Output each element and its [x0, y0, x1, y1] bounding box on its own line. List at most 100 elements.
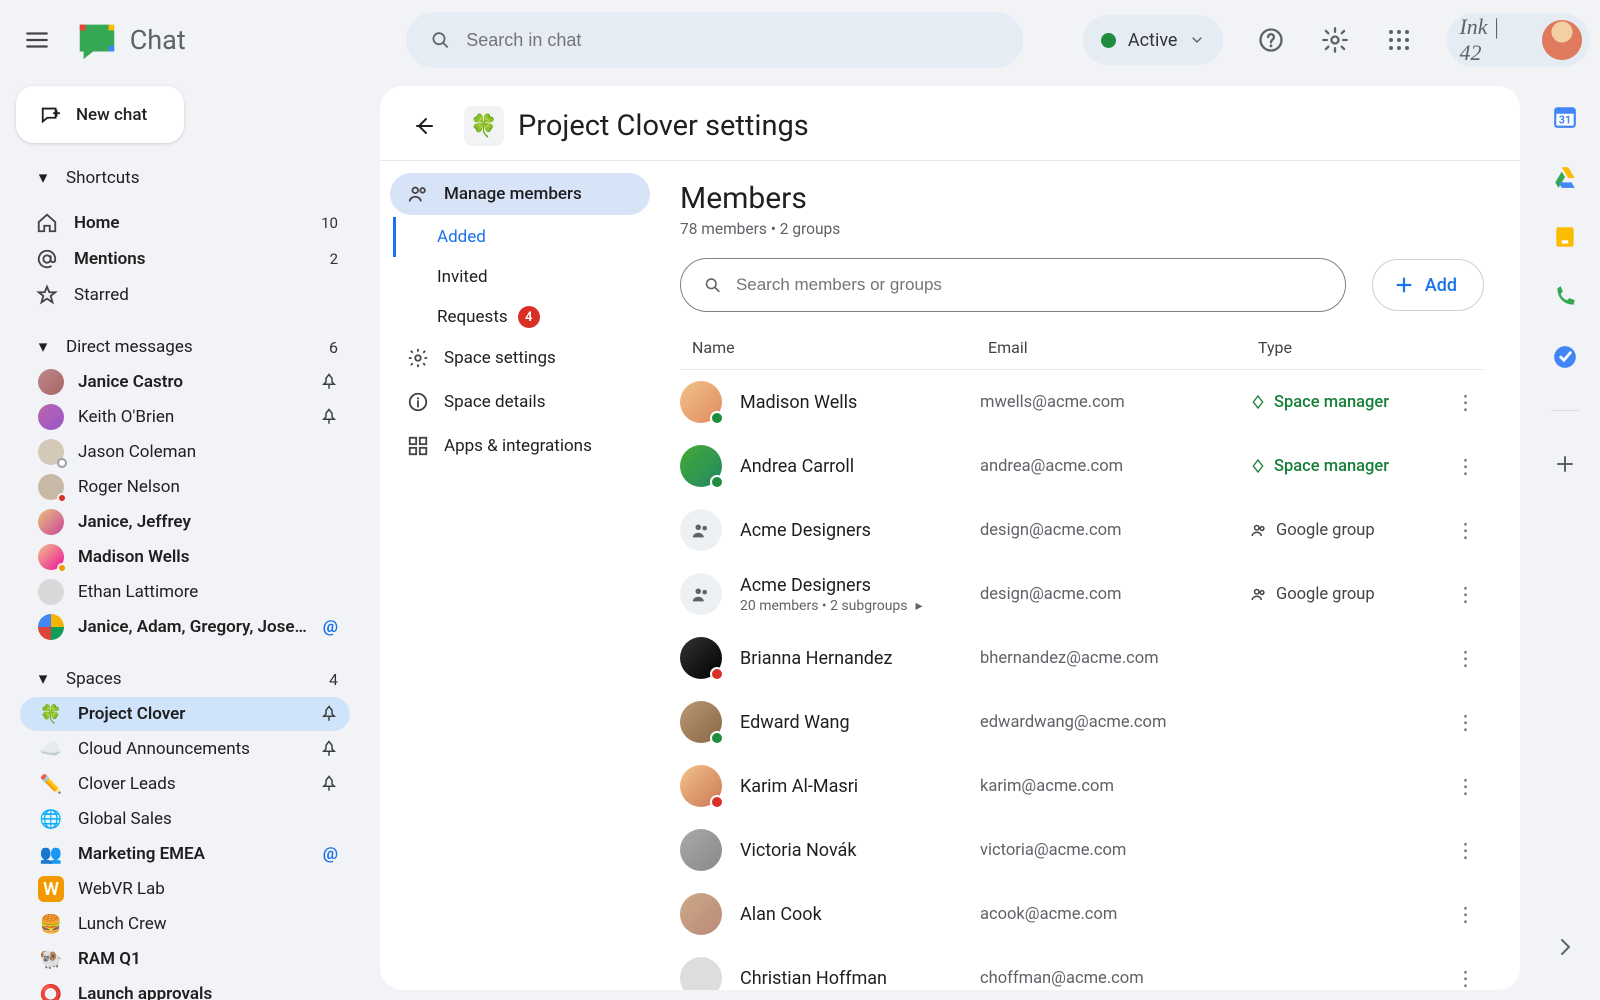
member-more-button[interactable]: ⋮ — [1446, 518, 1484, 542]
mention-icon — [34, 246, 60, 272]
members-search-input[interactable] — [736, 275, 1323, 295]
plus-icon — [1393, 274, 1415, 296]
nav-item-starred[interactable]: Starred — [16, 277, 354, 312]
rail-keep-button[interactable] — [1552, 224, 1578, 250]
space-label: Marketing EMEA — [78, 844, 205, 864]
support-button[interactable] — [1253, 22, 1289, 58]
dm-item[interactable]: Janice, Jeffrey — [20, 505, 350, 539]
member-more-button[interactable]: ⋮ — [1446, 966, 1484, 990]
dm-item[interactable]: Jason Coleman — [20, 435, 350, 469]
member-more-button[interactable]: ⋮ — [1446, 454, 1484, 478]
presence-dot-icon — [710, 411, 724, 425]
menu-space-details[interactable]: Space details — [390, 381, 650, 423]
collapse-triangle-icon: ▾ — [36, 337, 50, 357]
space-item[interactable]: 👥Marketing EMEA@ — [20, 837, 350, 871]
member-more-button[interactable]: ⋮ — [1446, 582, 1484, 606]
rail-meet-button[interactable] — [1552, 284, 1578, 310]
dm-label: Madison Wells — [78, 547, 189, 567]
member-more-button[interactable]: ⋮ — [1446, 646, 1484, 670]
avatar-icon — [680, 765, 722, 807]
rail-collapse-button[interactable] — [1552, 934, 1578, 960]
member-subline: 20 members • 2 subgroups ▸ — [740, 598, 923, 614]
dm-item[interactable]: Janice Castro — [20, 365, 350, 399]
dm-item[interactable]: Roger Nelson — [20, 470, 350, 504]
main-menu-button[interactable] — [10, 13, 64, 67]
members-search[interactable] — [680, 258, 1346, 312]
presence-status-selector[interactable]: Active — [1083, 15, 1224, 65]
space-item[interactable]: 🐏RAM Q1 — [20, 942, 350, 976]
presence-dot-icon — [57, 563, 67, 573]
svg-text:31: 31 — [1559, 114, 1571, 127]
member-more-button[interactable]: ⋮ — [1446, 902, 1484, 926]
rail-calendar-button[interactable]: 31 — [1552, 104, 1578, 130]
nav-item-mentions[interactable]: Mentions2 — [16, 241, 354, 276]
rail-add-button[interactable] — [1552, 451, 1578, 477]
space-emoji-icon: ✏️ — [38, 771, 64, 797]
pin-indicator — [320, 775, 338, 793]
space-item[interactable]: WWebVR Lab — [20, 872, 350, 906]
menu-apps-integrations[interactable]: Apps & integrations — [390, 425, 650, 467]
section-label: Shortcuts — [66, 168, 140, 188]
space-item[interactable]: ⭕Launch approvals — [20, 977, 350, 1000]
dm-item[interactable]: Ethan Lattimore — [20, 575, 350, 609]
group-avatar-icon — [680, 573, 722, 615]
pin-icon — [320, 705, 338, 723]
member-name: Victoria Novák — [740, 840, 856, 861]
menu-label: Manage members — [444, 184, 582, 204]
add-member-button[interactable]: Add — [1372, 259, 1484, 311]
plus-icon — [1553, 452, 1577, 476]
tasks-icon — [1552, 344, 1578, 370]
back-button[interactable] — [404, 106, 444, 146]
dm-item[interactable]: Madison Wells — [20, 540, 350, 574]
app-brand[interactable]: Chat — [74, 17, 186, 63]
settings-button[interactable] — [1317, 22, 1353, 58]
nav-section-spaces[interactable]: ▾ Spaces 4 — [16, 662, 354, 696]
global-search-input[interactable] — [466, 30, 999, 51]
rail-drive-button[interactable] — [1552, 164, 1578, 190]
space-item[interactable]: 🍔Lunch Crew — [20, 907, 350, 941]
member-more-button[interactable]: ⋮ — [1446, 710, 1484, 734]
new-chat-button[interactable]: New chat — [16, 86, 184, 143]
nav-item-home[interactable]: Home10 — [16, 205, 354, 240]
space-emoji-icon: 🌐 — [38, 806, 64, 832]
col-email-header: Email — [988, 338, 1258, 357]
global-search[interactable] — [406, 12, 1023, 68]
space-item[interactable]: ✏️Clover Leads — [20, 767, 350, 801]
member-more-button[interactable]: ⋮ — [1446, 774, 1484, 798]
gear-icon — [406, 347, 430, 369]
avatar-icon — [38, 439, 64, 465]
space-item[interactable]: 🌐 Global Sales — [20, 802, 350, 836]
members-title: Members — [680, 181, 1484, 216]
member-name: Acme Designers — [740, 575, 923, 596]
member-more-button[interactable]: ⋮ — [1446, 390, 1484, 414]
main-content: 🍀 Project Clover settings Manage members… — [370, 80, 1530, 1000]
menu-space-settings[interactable]: Space settings — [390, 337, 650, 379]
apps-launcher-button[interactable] — [1381, 22, 1417, 58]
dm-item[interactable]: Janice, Adam, Gregory, Jose…@ — [20, 610, 350, 644]
space-emoji-icon: ☁️ — [38, 736, 64, 762]
space-item[interactable]: 🍀Project Clover — [20, 697, 350, 731]
submenu-added[interactable]: Added — [393, 217, 650, 257]
presence-dot-icon — [710, 475, 724, 489]
space-label: Cloud Announcements — [78, 739, 250, 759]
member-row: Acme Designersdesign@acme.comGoogle grou… — [680, 498, 1484, 562]
member-row: Karim Al-Masrikarim@acme.com⋮ — [680, 754, 1484, 818]
dm-item[interactable]: Keith O'Brien — [20, 400, 350, 434]
avatar-icon — [680, 893, 722, 935]
submenu-requests[interactable]: Requests 4 — [431, 297, 650, 337]
member-type: Space manager — [1250, 457, 1446, 476]
space-item[interactable]: ☁️ Cloud Announcements — [20, 732, 350, 766]
menu-manage-members[interactable]: Manage members — [390, 173, 650, 215]
rail-tasks-button[interactable] — [1552, 344, 1578, 370]
member-more-button[interactable]: ⋮ — [1446, 838, 1484, 862]
nav-section-direct-messages[interactable]: ▾ Direct messages 6 — [16, 330, 354, 364]
nav-section-shortcuts[interactable]: ▾ Shortcuts — [16, 161, 354, 195]
nav-item-label: Mentions — [74, 249, 146, 269]
account-switcher[interactable]: Ink | 42 — [1447, 13, 1590, 67]
space-label: Global Sales — [78, 809, 172, 829]
submenu-invited[interactable]: Invited — [431, 257, 650, 297]
space-label: Launch approvals — [78, 984, 212, 1000]
space-emoji-icon: W — [38, 876, 64, 902]
member-email: bhernandez@acme.com — [980, 649, 1250, 668]
avatar-icon — [680, 445, 722, 487]
